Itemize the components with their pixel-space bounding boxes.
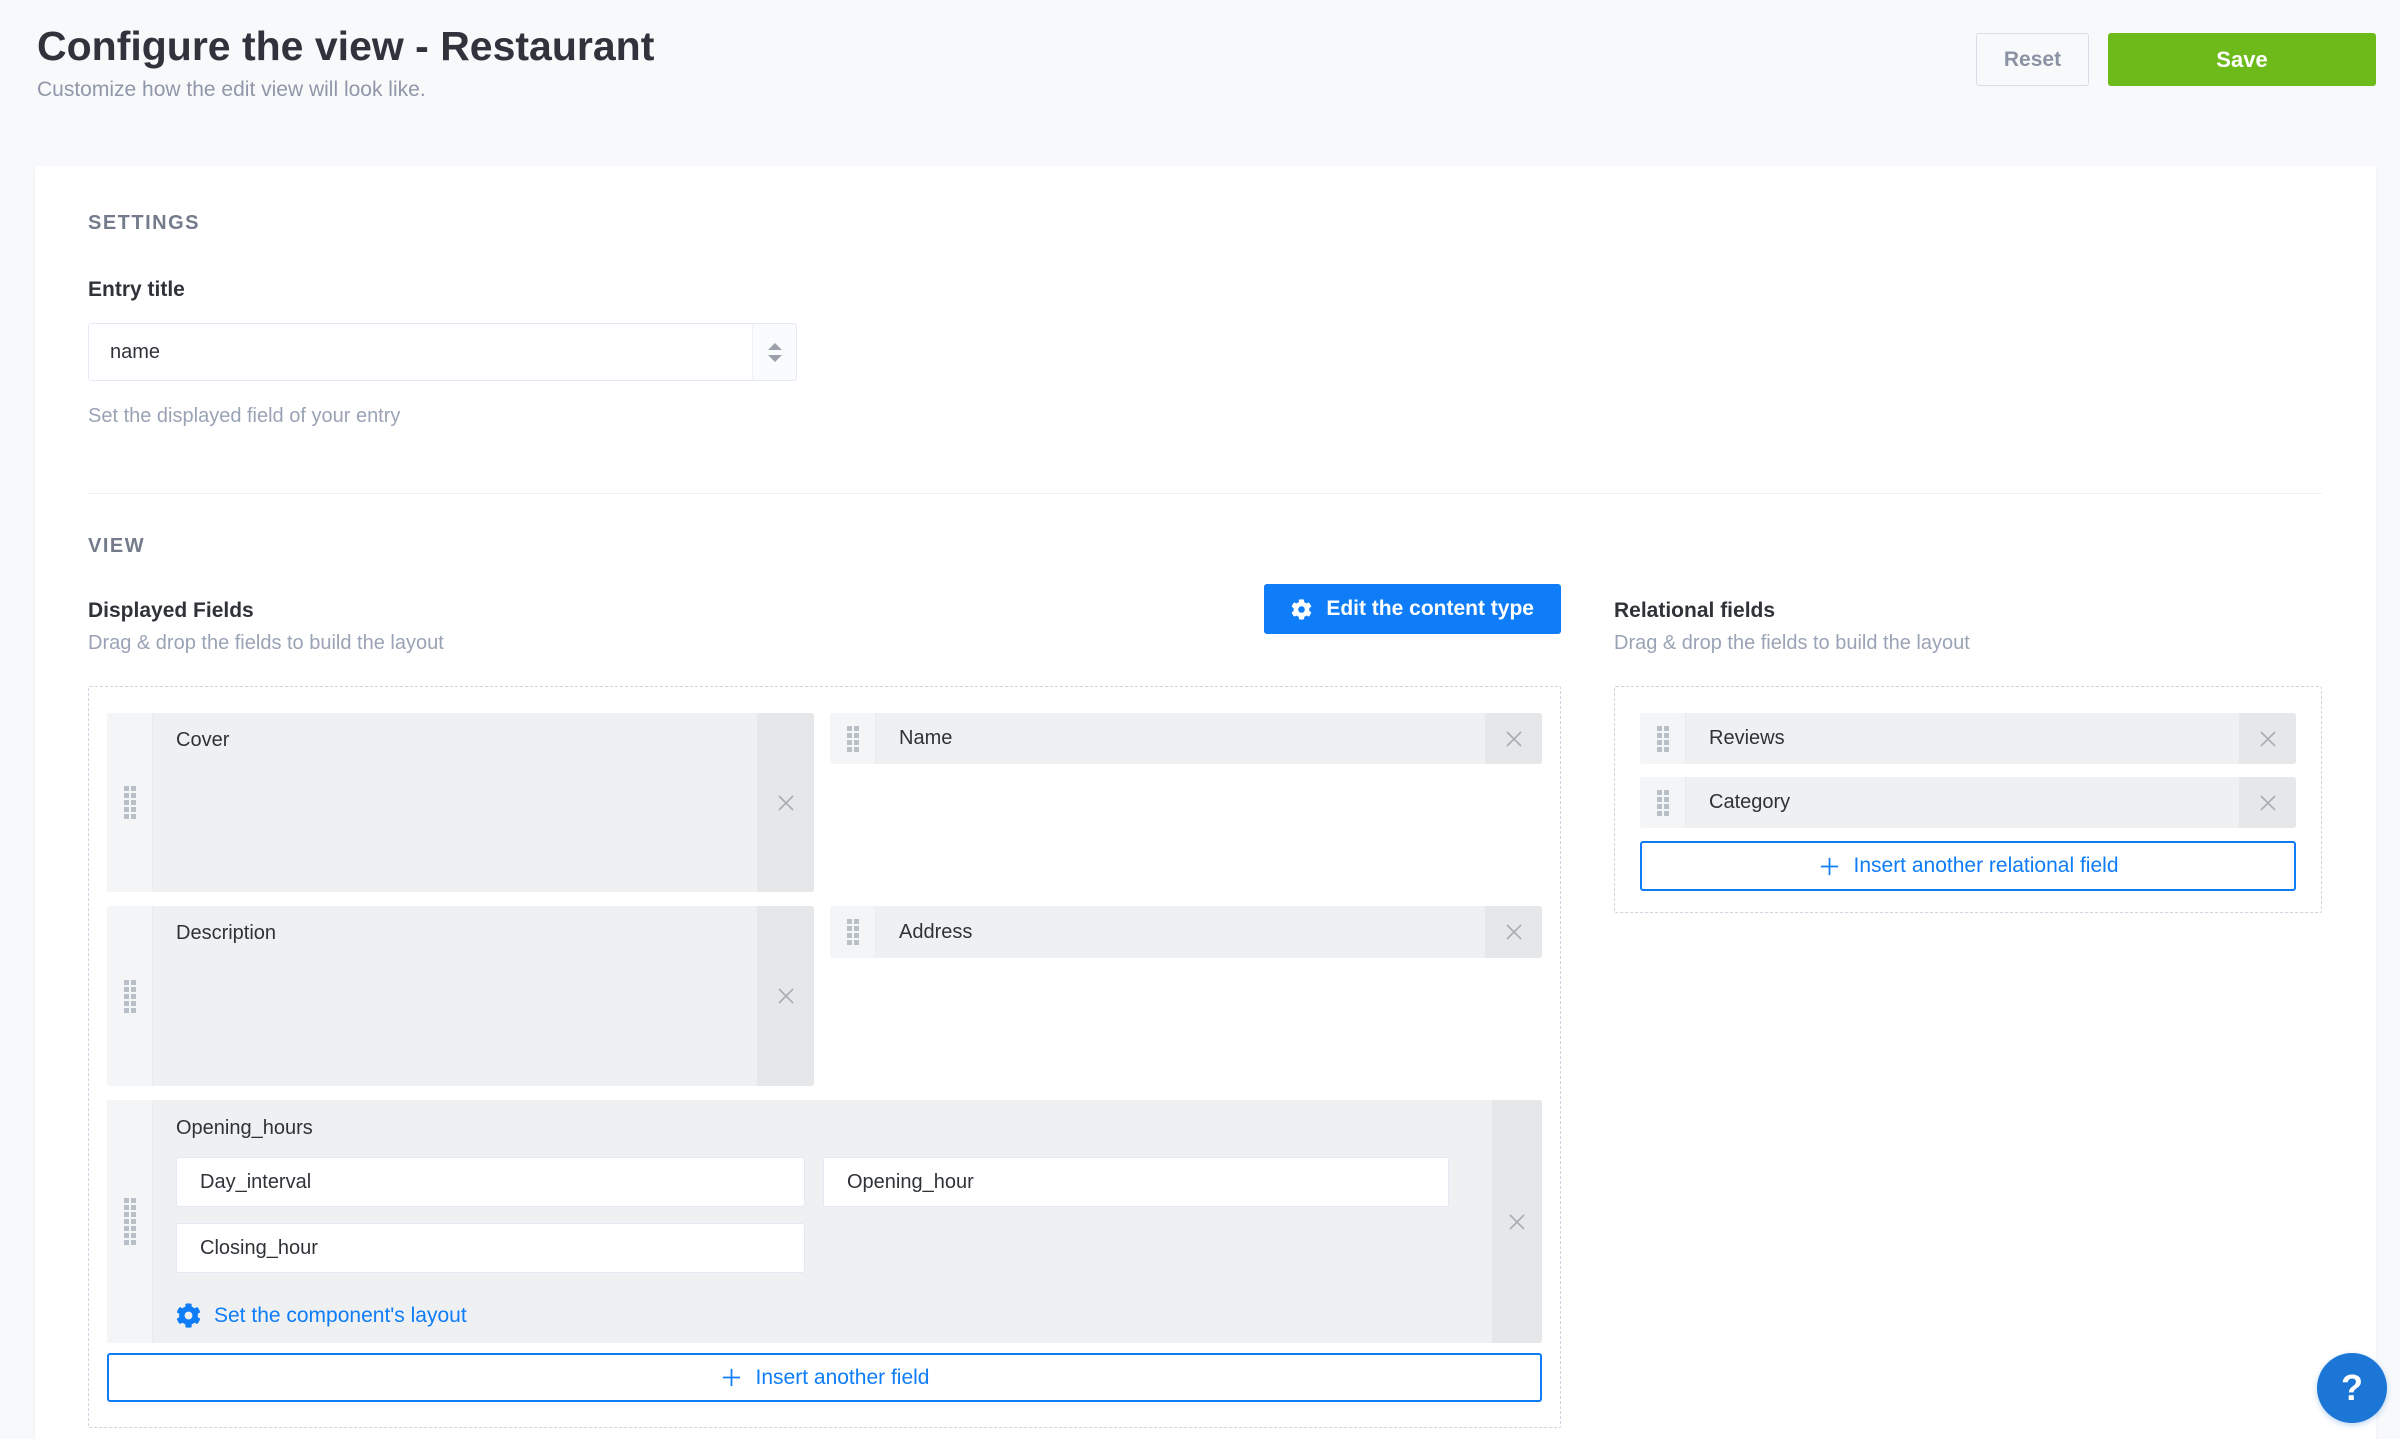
plus-icon	[1818, 855, 1841, 878]
subfield-label: Day_interval	[200, 1171, 311, 1194]
drag-handle[interactable]	[107, 1100, 153, 1343]
drag-dots-icon	[1657, 790, 1669, 816]
entry-title-select-value: name	[89, 341, 160, 364]
gear-icon	[176, 1303, 201, 1328]
close-icon	[771, 788, 801, 818]
displayed-fields-title: Displayed Fields	[88, 598, 444, 624]
insert-another-relational-field-label: Insert another relational field	[1854, 854, 2119, 878]
help-button[interactable]: ?	[2317, 1353, 2387, 1423]
edit-content-type-label: Edit the content type	[1326, 597, 1534, 621]
drag-handle[interactable]	[830, 713, 876, 764]
remove-field-button[interactable]	[2239, 777, 2296, 828]
relational-row-reviews[interactable]: Reviews	[1640, 713, 2296, 764]
chevron-down-icon	[768, 355, 782, 362]
reset-button[interactable]: Reset	[1976, 33, 2089, 86]
page-header-text: Configure the view - Restaurant Customiz…	[37, 22, 654, 102]
field-label: Description	[176, 922, 276, 945]
help-button-label: ?	[2341, 1367, 2363, 1409]
subfield-label: Opening_hour	[847, 1171, 974, 1194]
field-label: Reviews	[1709, 727, 1785, 750]
save-button[interactable]: Save	[2108, 33, 2376, 86]
displayed-fields-dropzone: Cover Name	[88, 686, 1561, 1428]
settings-section-label: SETTINGS	[88, 213, 2322, 233]
configure-view-card: SETTINGS Entry title name Set the displa…	[35, 166, 2376, 1439]
insert-another-field-button[interactable]: Insert another field	[107, 1353, 1542, 1402]
relational-fields-heading: Relational fields Drag & drop the fields…	[1614, 598, 2322, 656]
close-icon	[1499, 917, 1529, 947]
select-arrows-icon	[752, 324, 796, 380]
field-label: Name	[899, 727, 952, 750]
entry-title-select[interactable]: name	[88, 323, 797, 381]
entry-title-help-text: Set the displayed field of your entry	[88, 405, 2322, 427]
displayed-fields-column: Displayed Fields Drag & drop the fields …	[88, 598, 1561, 1428]
drag-dots-icon	[847, 726, 859, 752]
relational-fields-subtitle: Drag & drop the fields to build the layo…	[1614, 630, 2322, 656]
close-icon	[1499, 724, 1529, 754]
section-divider	[88, 493, 2322, 494]
close-icon	[2253, 724, 2283, 754]
field-label: Address	[899, 921, 972, 944]
drag-handle[interactable]	[107, 713, 153, 892]
chevron-up-icon	[768, 343, 782, 350]
displayed-fields-subtitle: Drag & drop the fields to build the layo…	[88, 630, 444, 656]
remove-field-button[interactable]	[1485, 906, 1542, 958]
plus-icon	[720, 1366, 743, 1389]
field-row-description[interactable]: Description	[107, 906, 814, 1086]
relational-fields-dropzone: Reviews Category Insert another relation…	[1614, 686, 2322, 913]
drag-dots-icon	[1657, 726, 1669, 752]
field-row-cover[interactable]: Cover	[107, 713, 814, 892]
edit-content-type-button[interactable]: Edit the content type	[1264, 584, 1561, 634]
drag-dots-icon	[124, 980, 136, 1013]
view-section-label: VIEW	[88, 536, 2322, 556]
close-icon	[1502, 1207, 1532, 1237]
remove-component-button[interactable]	[1492, 1100, 1542, 1343]
remove-field-button[interactable]	[1485, 713, 1542, 764]
subfield-label: Closing_hour	[200, 1237, 318, 1260]
set-component-layout-link[interactable]: Set the component's layout	[176, 1303, 467, 1328]
drag-dots-icon	[124, 1198, 136, 1245]
drag-handle[interactable]	[830, 906, 876, 958]
field-label: Cover	[176, 729, 229, 752]
header-actions: Reset Save	[1976, 33, 2376, 86]
relational-fields-column: Relational fields Drag & drop the fields…	[1614, 598, 2322, 1428]
field-row-address[interactable]: Address	[830, 906, 1542, 958]
component-label: Opening_hours	[176, 1116, 1468, 1140]
gear-icon	[1291, 599, 1312, 620]
component-subfield-opening-hour[interactable]: Opening_hour	[823, 1157, 1449, 1207]
entry-title-label: Entry title	[88, 277, 2322, 303]
page-title: Configure the view - Restaurant	[37, 22, 654, 70]
remove-field-button[interactable]	[757, 713, 814, 892]
close-icon	[771, 981, 801, 1011]
field-row-name[interactable]: Name	[830, 713, 1542, 764]
insert-another-field-label: Insert another field	[756, 1366, 930, 1390]
insert-another-relational-field-button[interactable]: Insert another relational field	[1640, 841, 2296, 891]
component-subfield-closing-hour[interactable]: Closing_hour	[176, 1223, 805, 1273]
component-row-opening-hours[interactable]: Opening_hours Day_interval Opening_hour …	[107, 1100, 1542, 1343]
page-subtitle: Customize how the edit view will look li…	[37, 78, 654, 102]
set-component-layout-label: Set the component's layout	[214, 1304, 467, 1328]
page-header: Configure the view - Restaurant Customiz…	[37, 22, 2376, 102]
field-label: Category	[1709, 791, 1790, 814]
drag-handle[interactable]	[1640, 713, 1686, 764]
remove-field-button[interactable]	[2239, 713, 2296, 764]
remove-field-button[interactable]	[757, 906, 814, 1086]
component-subfield-day-interval[interactable]: Day_interval	[176, 1157, 805, 1207]
displayed-fields-heading: Displayed Fields Drag & drop the fields …	[88, 598, 444, 656]
relational-row-category[interactable]: Category	[1640, 777, 2296, 828]
relational-fields-title: Relational fields	[1614, 598, 2322, 624]
close-icon	[2253, 788, 2283, 818]
drag-handle[interactable]	[1640, 777, 1686, 828]
drag-dots-icon	[847, 919, 859, 945]
drag-handle[interactable]	[107, 906, 153, 1086]
drag-dots-icon	[124, 786, 136, 819]
